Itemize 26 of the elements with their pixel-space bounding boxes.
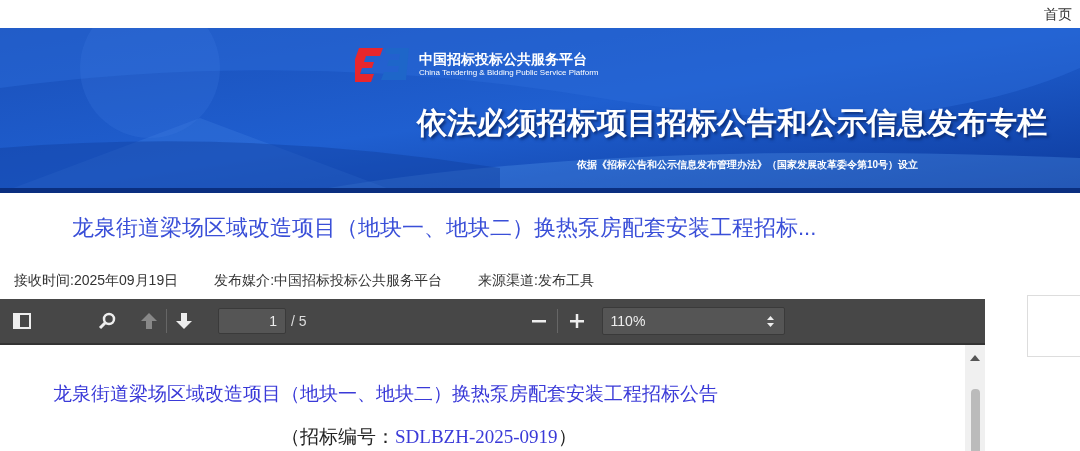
- side-panel: [1027, 295, 1080, 357]
- home-link[interactable]: 首页: [1044, 3, 1072, 25]
- arrow-down-icon[interactable]: [175, 312, 193, 330]
- page-count: / 5: [291, 311, 307, 331]
- notice-title: 龙泉街道梁场区域改造项目（地块一、地块二）换热泵房配套安装工程招标...: [72, 213, 817, 242]
- platform-name: 中国招标投标公共服务平台: [419, 50, 588, 68]
- scroll-up-icon[interactable]: [970, 355, 980, 361]
- document-number: SDLBZH-2025-0919: [395, 424, 558, 449]
- sidebar-toggle-icon[interactable]: [13, 313, 31, 329]
- meta-text: 接收时间:2025年09月19日: [14, 270, 179, 290]
- platform-name-english: China Tendering & Bidding Public Service Platform: [419, 68, 599, 78]
- banner-heading: 依法必须招标项目招标公告和公示信息发布专栏: [417, 105, 1048, 141]
- page-number-field[interactable]: 1: [218, 308, 286, 334]
- select-arrows-icon: [766, 315, 774, 327]
- scrollbar-thumb[interactable]: [970, 389, 980, 451]
- arrow-up-icon[interactable]: [140, 312, 158, 330]
- zoom-in-icon[interactable]: [568, 313, 585, 329]
- scrollbar[interactable]: [965, 345, 985, 451]
- document-number-label: （招标编号：: [281, 424, 395, 449]
- meta-text: 发布媒介:中国招标投标公共服务平台: [214, 270, 443, 290]
- meta-text: 来源渠道:发布工具: [478, 270, 594, 290]
- basis-text: 依据《招标公告和公示信息发布管理办法》（国家发展改革委令第10号）设立: [577, 158, 920, 172]
- search-icon[interactable]: [98, 312, 116, 330]
- document-number-end: ）: [557, 424, 577, 449]
- document-title: 龙泉街道梁场区域改造项目（地块一、地块二）换热泵房配套安装工程招标公告: [53, 382, 718, 406]
- zoom-select[interactable]: 110%: [601, 307, 785, 335]
